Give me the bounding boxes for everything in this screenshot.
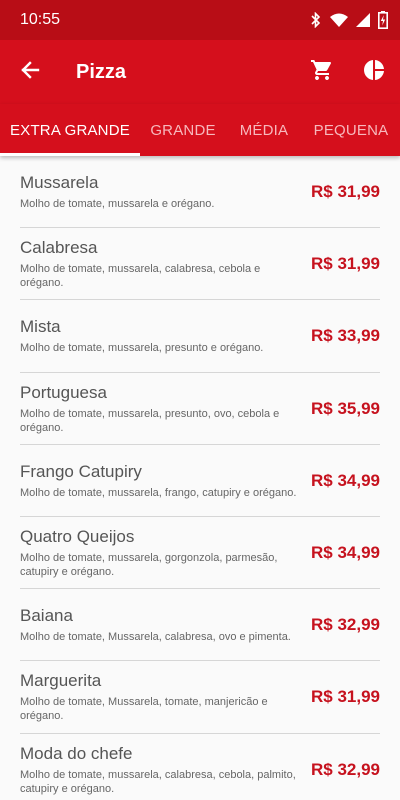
tab-media[interactable]: MÉDIA: [226, 104, 302, 156]
item-description: Molho de tomate, mussarela, presunto e o…: [20, 342, 264, 354]
item-name: Frango Catupiry: [20, 461, 142, 481]
list-item[interactable]: Calabresa Molho de tomate, mussarela, ca…: [20, 228, 380, 300]
item-price: R$ 32,99: [311, 759, 380, 779]
item-price: R$ 32,99: [311, 614, 380, 634]
status-bar: 10:55: [0, 0, 400, 40]
item-text: Mussarela Molho de tomate, mussarela e o…: [20, 173, 311, 211]
item-name: Calabresa: [20, 237, 98, 257]
status-time: 10:55: [20, 11, 61, 28]
item-text: Frango Catupiry Molho de tomate, mussare…: [20, 462, 311, 500]
item-description: Molho de tomate, mussarela, frango, catu…: [20, 486, 297, 499]
list-item[interactable]: Mussarela Molho de tomate, mussarela e o…: [20, 156, 380, 228]
item-price: R$ 35,99: [311, 398, 380, 418]
item-description: Molho de tomate, mussarela, calabresa, c…: [20, 768, 296, 795]
item-text: Calabresa Molho de tomate, mussarela, ca…: [20, 238, 311, 290]
chart-button[interactable]: [348, 40, 400, 104]
item-name: Marguerita: [20, 671, 102, 690]
item-price: R$ 31,99: [311, 181, 380, 201]
item-name: Moda do chefe: [20, 743, 133, 763]
item-price: R$ 31,99: [311, 687, 380, 706]
cart-button[interactable]: [296, 40, 348, 104]
pie-chart-icon: [362, 58, 386, 87]
item-price: R$ 34,99: [311, 470, 380, 490]
item-price: R$ 31,99: [311, 253, 380, 273]
cart-icon: [310, 58, 334, 87]
item-name: Portuguesa: [20, 382, 107, 402]
page-title: Pizza: [76, 60, 127, 83]
signal-icon: [356, 13, 370, 27]
pizza-list: Mussarela Molho de tomate, mussarela e o…: [0, 156, 400, 800]
list-item[interactable]: Baiana Molho de tomate, Mussarela, calab…: [20, 589, 380, 661]
item-name: Baiana: [20, 605, 73, 625]
item-description: Molho de tomate, Mussarela, calabresa, o…: [20, 630, 291, 643]
item-text: Quatro Queijos Molho de tomate, mussarel…: [20, 527, 311, 579]
tab-extra-grande[interactable]: EXTRA GRANDE: [0, 104, 140, 156]
item-text: Portuguesa Molho de tomate, mussarela, p…: [20, 383, 311, 435]
wifi-icon: [330, 13, 348, 27]
status-icons: [310, 11, 388, 29]
item-description: Molho de tomate, Mussarela, tomate, manj…: [20, 696, 268, 722]
item-name: Mista: [20, 317, 61, 336]
list-item[interactable]: Portuguesa Molho de tomate, mussarela, p…: [20, 373, 380, 445]
tab-pequena[interactable]: PEQUENA: [302, 104, 400, 156]
item-text: Mista Molho de tomate, mussarela, presun…: [20, 317, 311, 355]
item-name: Mussarela: [20, 172, 99, 192]
back-button[interactable]: [0, 40, 62, 104]
bluetooth-icon: [310, 12, 322, 28]
list-item[interactable]: Marguerita Molho de tomate, Mussarela, t…: [20, 661, 380, 734]
list-item[interactable]: Frango Catupiry Molho de tomate, mussare…: [20, 445, 380, 517]
category-tabs: EXTRA GRANDE GRANDE MÉDIA PEQUENA: [0, 104, 400, 156]
list-item[interactable]: Moda do chefe Molho de tomate, mussarela…: [20, 734, 380, 800]
battery-icon: [378, 11, 388, 29]
tab-grande[interactable]: GRANDE: [140, 104, 226, 156]
item-description: Molho de tomate, mussarela e orégano.: [20, 197, 215, 210]
item-price: R$ 34,99: [311, 542, 380, 562]
item-text: Moda do chefe Molho de tomate, mussarela…: [20, 744, 311, 796]
item-description: Molho de tomate, mussarela, gorgonzola, …: [20, 551, 278, 578]
item-name: Quatro Queijos: [20, 526, 135, 546]
item-price: R$ 33,99: [311, 326, 380, 345]
item-text: Baiana Molho de tomate, Mussarela, calab…: [20, 606, 311, 644]
item-description: Molho de tomate, mussarela, presunto, ov…: [20, 407, 280, 434]
app-bar: Pizza: [0, 40, 400, 104]
list-item[interactable]: Quatro Queijos Molho de tomate, mussarel…: [20, 517, 380, 589]
arrow-back-icon: [20, 60, 40, 85]
list-item[interactable]: Mista Molho de tomate, mussarela, presun…: [20, 300, 380, 373]
item-description: Molho de tomate, mussarela, calabresa, c…: [20, 262, 261, 289]
item-text: Marguerita Molho de tomate, Mussarela, t…: [20, 671, 311, 723]
